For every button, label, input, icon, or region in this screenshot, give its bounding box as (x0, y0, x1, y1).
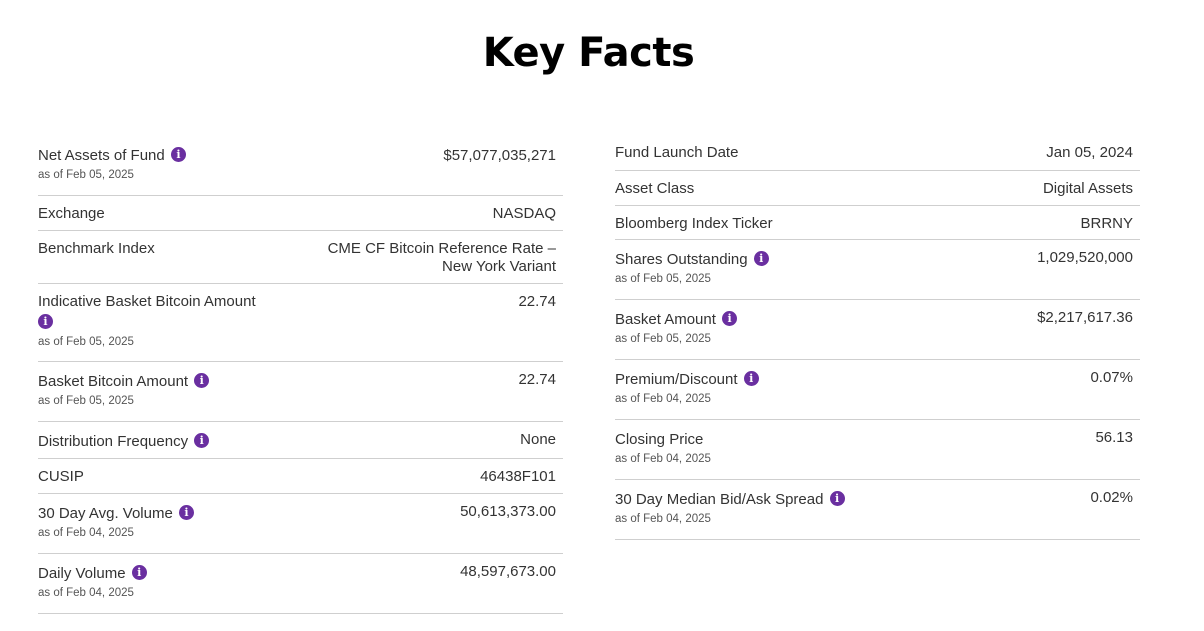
fact-row-asset-class: Asset Class Digital Assets (615, 171, 1140, 206)
info-icon[interactable]: i (178, 505, 194, 520)
fact-label: Shares Outstanding (615, 251, 748, 268)
info-icon[interactable]: i (131, 565, 147, 580)
fact-label: Indicative Basket Bitcoin Amount (38, 293, 256, 310)
as-of-date: as of Feb 05, 2025 (615, 333, 711, 345)
left-facts-column: Net Assets of Fund i as of Feb 05, 2025 … (38, 138, 563, 614)
fact-value: 0.02% (1090, 489, 1133, 506)
as-of-date: as of Feb 04, 2025 (38, 527, 134, 539)
fact-row-30-day-avg-volume: 30 Day Avg. Volume i as of Feb 04, 2025 … (38, 494, 563, 554)
fact-row-bloomberg-ticker: Bloomberg Index Ticker BRRNY (615, 206, 1140, 240)
info-icon[interactable]: i (722, 311, 738, 326)
fact-value: CME CF Bitcoin Reference Rate – New York… (327, 240, 556, 275)
fact-label: Benchmark Index (38, 240, 155, 257)
fact-row-closing-price: Closing Price as of Feb 04, 2025 56.13 (615, 420, 1140, 480)
info-icon[interactable]: i (829, 491, 845, 506)
fact-value: None (520, 431, 556, 448)
fact-row-shares-outstanding: Shares Outstanding i as of Feb 05, 2025 … (615, 240, 1140, 300)
fact-label: Premium/Discount (615, 371, 738, 388)
fact-row-basket-amount: Basket Amount i as of Feb 05, 2025 $2,21… (615, 300, 1140, 360)
fact-row-exchange: Exchange NASDAQ (38, 196, 563, 231)
fact-row-net-assets: Net Assets of Fund i as of Feb 05, 2025 … (38, 138, 563, 196)
info-icon[interactable]: i (753, 251, 769, 266)
fact-value: NASDAQ (492, 205, 556, 222)
fact-row-benchmark-index: Benchmark Index CME CF Bitcoin Reference… (38, 231, 563, 284)
fact-label: Basket Amount (615, 311, 716, 328)
fact-label: Daily Volume (38, 565, 126, 582)
fact-label: Asset Class (615, 180, 695, 197)
fact-row-premium-discount: Premium/Discount i as of Feb 04, 2025 0.… (615, 360, 1140, 420)
fact-label: Exchange (38, 205, 105, 222)
fact-label: Fund Launch Date (615, 144, 739, 161)
fact-value: 22.74 (518, 371, 556, 388)
info-icon[interactable]: i (194, 373, 210, 388)
page-title: Key Facts (482, 30, 695, 76)
fact-row-distribution-frequency: Distribution Frequency i None (38, 422, 563, 459)
fact-label: 30 Day Avg. Volume (38, 505, 173, 522)
fact-label: Net Assets of Fund (38, 147, 165, 164)
fact-value: 0.07% (1090, 369, 1133, 386)
fact-value: Digital Assets (1042, 180, 1133, 197)
right-facts-column: Fund Launch Date Jan 05, 2024 Asset Clas… (615, 135, 1140, 540)
key-facts-page: Key Facts Net Assets of Fund i as of Feb… (0, 0, 1204, 631)
fact-value: 22.74 (518, 293, 556, 310)
as-of-date: as of Feb 04, 2025 (615, 453, 711, 465)
fact-row-cusip: CUSIP 46438F101 (38, 459, 563, 494)
fact-value: BRRNY (1080, 215, 1133, 232)
info-icon[interactable]: i (743, 371, 759, 386)
fact-label: Bloomberg Index Ticker (615, 215, 773, 232)
as-of-date: as of Feb 05, 2025 (38, 336, 134, 348)
fact-label: 30 Day Median Bid/Ask Spread (615, 491, 824, 508)
as-of-date: as of Feb 04, 2025 (38, 587, 134, 599)
info-icon[interactable]: i (170, 147, 186, 162)
fact-row-daily-volume: Daily Volume i as of Feb 04, 2025 48,597… (38, 554, 563, 614)
fact-row-fund-launch-date: Fund Launch Date Jan 05, 2024 (615, 135, 1140, 171)
info-icon[interactable]: i (38, 314, 53, 329)
as-of-date: as of Feb 04, 2025 (615, 513, 711, 525)
fact-label: CUSIP (38, 468, 84, 485)
fact-value: 56.13 (1095, 429, 1133, 446)
fact-label: Basket Bitcoin Amount (38, 373, 189, 390)
fact-row-basket-bitcoin: Basket Bitcoin Amount i as of Feb 05, 20… (38, 362, 563, 422)
fact-label: Closing Price (615, 431, 704, 448)
fact-value: 46438F101 (480, 468, 556, 485)
info-icon[interactable]: i (194, 433, 210, 448)
as-of-date: as of Feb 04, 2025 (615, 393, 711, 405)
fact-value: $57,077,035,271 (443, 147, 556, 164)
as-of-date: as of Feb 05, 2025 (38, 169, 134, 181)
fact-value: 1,029,520,000 (1037, 249, 1133, 266)
fact-value: $2,217,617.36 (1037, 309, 1133, 326)
fact-value: Jan 05, 2024 (1046, 144, 1133, 161)
fact-row-bid-ask-spread: 30 Day Median Bid/Ask Spread i as of Feb… (615, 480, 1140, 540)
fact-value: 48,597,673.00 (460, 563, 556, 580)
fact-label: Distribution Frequency (38, 433, 189, 450)
fact-value: 50,613,373.00 (460, 503, 556, 520)
as-of-date: as of Feb 05, 2025 (38, 395, 134, 407)
as-of-date: as of Feb 05, 2025 (615, 273, 711, 285)
fact-row-indicative-basket: Indicative Basket Bitcoin Amount i as of… (38, 284, 563, 362)
